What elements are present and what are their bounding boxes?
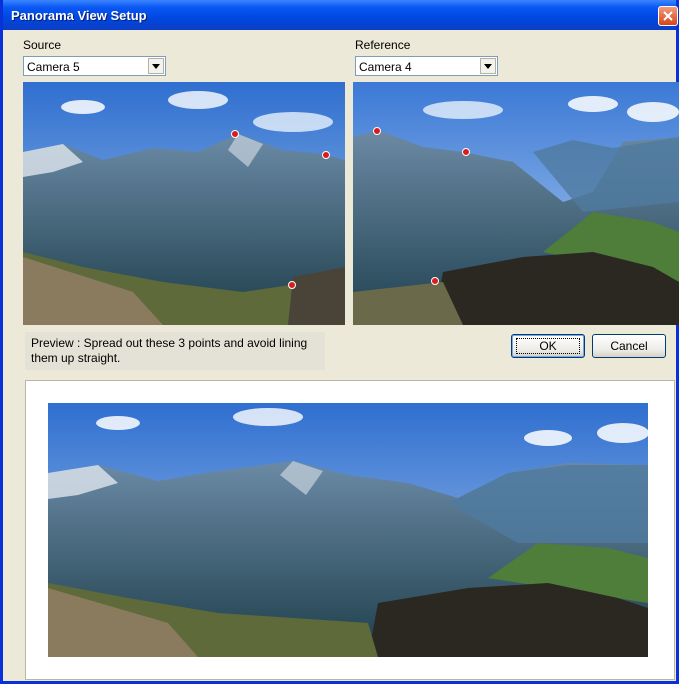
chevron-down-icon [152,64,160,69]
preview-hint: Preview : Spread out these 3 points and … [25,332,325,370]
source-label: Source [23,38,62,52]
ok-button[interactable]: OK [511,334,585,358]
reference-camera-select[interactable]: Camera 4 [355,56,498,76]
source-dropdown-button[interactable] [148,58,164,74]
window-title: Panorama View Setup [11,8,147,23]
cancel-button[interactable]: Cancel [592,334,666,358]
reference-camera-value: Camera 4 [359,60,412,74]
panorama-dialog: Panorama View Setup Source Camera 5 Refe… [0,0,679,684]
focus-rect [516,338,580,354]
panorama-preview-panel [25,380,675,680]
close-button[interactable] [658,6,678,26]
reference-label: Reference [355,38,411,52]
reference-dropdown-button[interactable] [480,58,496,74]
source-camera-image[interactable] [23,82,345,325]
cancel-label: Cancel [610,339,648,353]
title-bar[interactable]: Panorama View Setup [3,0,678,30]
reference-camera-image[interactable] [353,82,679,325]
chevron-down-icon [484,64,492,69]
source-camera-value: Camera 5 [27,60,80,74]
panorama-preview-image [48,403,648,657]
source-camera-select[interactable]: Camera 5 [23,56,166,76]
close-icon [663,11,673,21]
